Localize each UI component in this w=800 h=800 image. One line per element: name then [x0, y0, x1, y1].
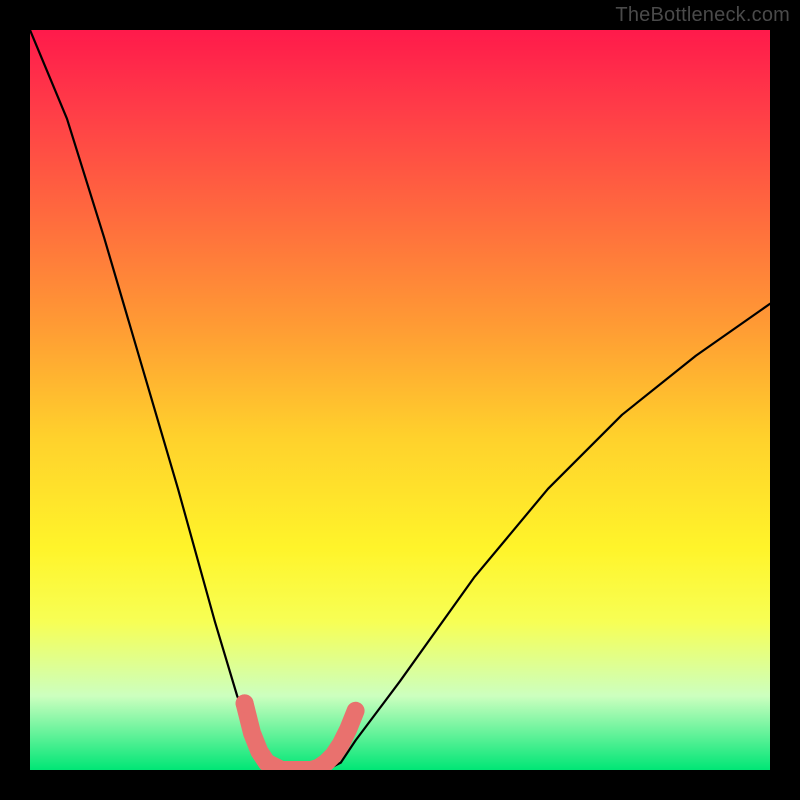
curve-overlay [30, 30, 770, 770]
plot-area [30, 30, 770, 770]
chart-frame: TheBottleneck.com [0, 0, 800, 800]
watermark-text: TheBottleneck.com [615, 4, 790, 27]
highlight-start-dot [236, 694, 254, 712]
highlight-dip [245, 703, 356, 770]
bottleneck-curve [30, 30, 770, 770]
